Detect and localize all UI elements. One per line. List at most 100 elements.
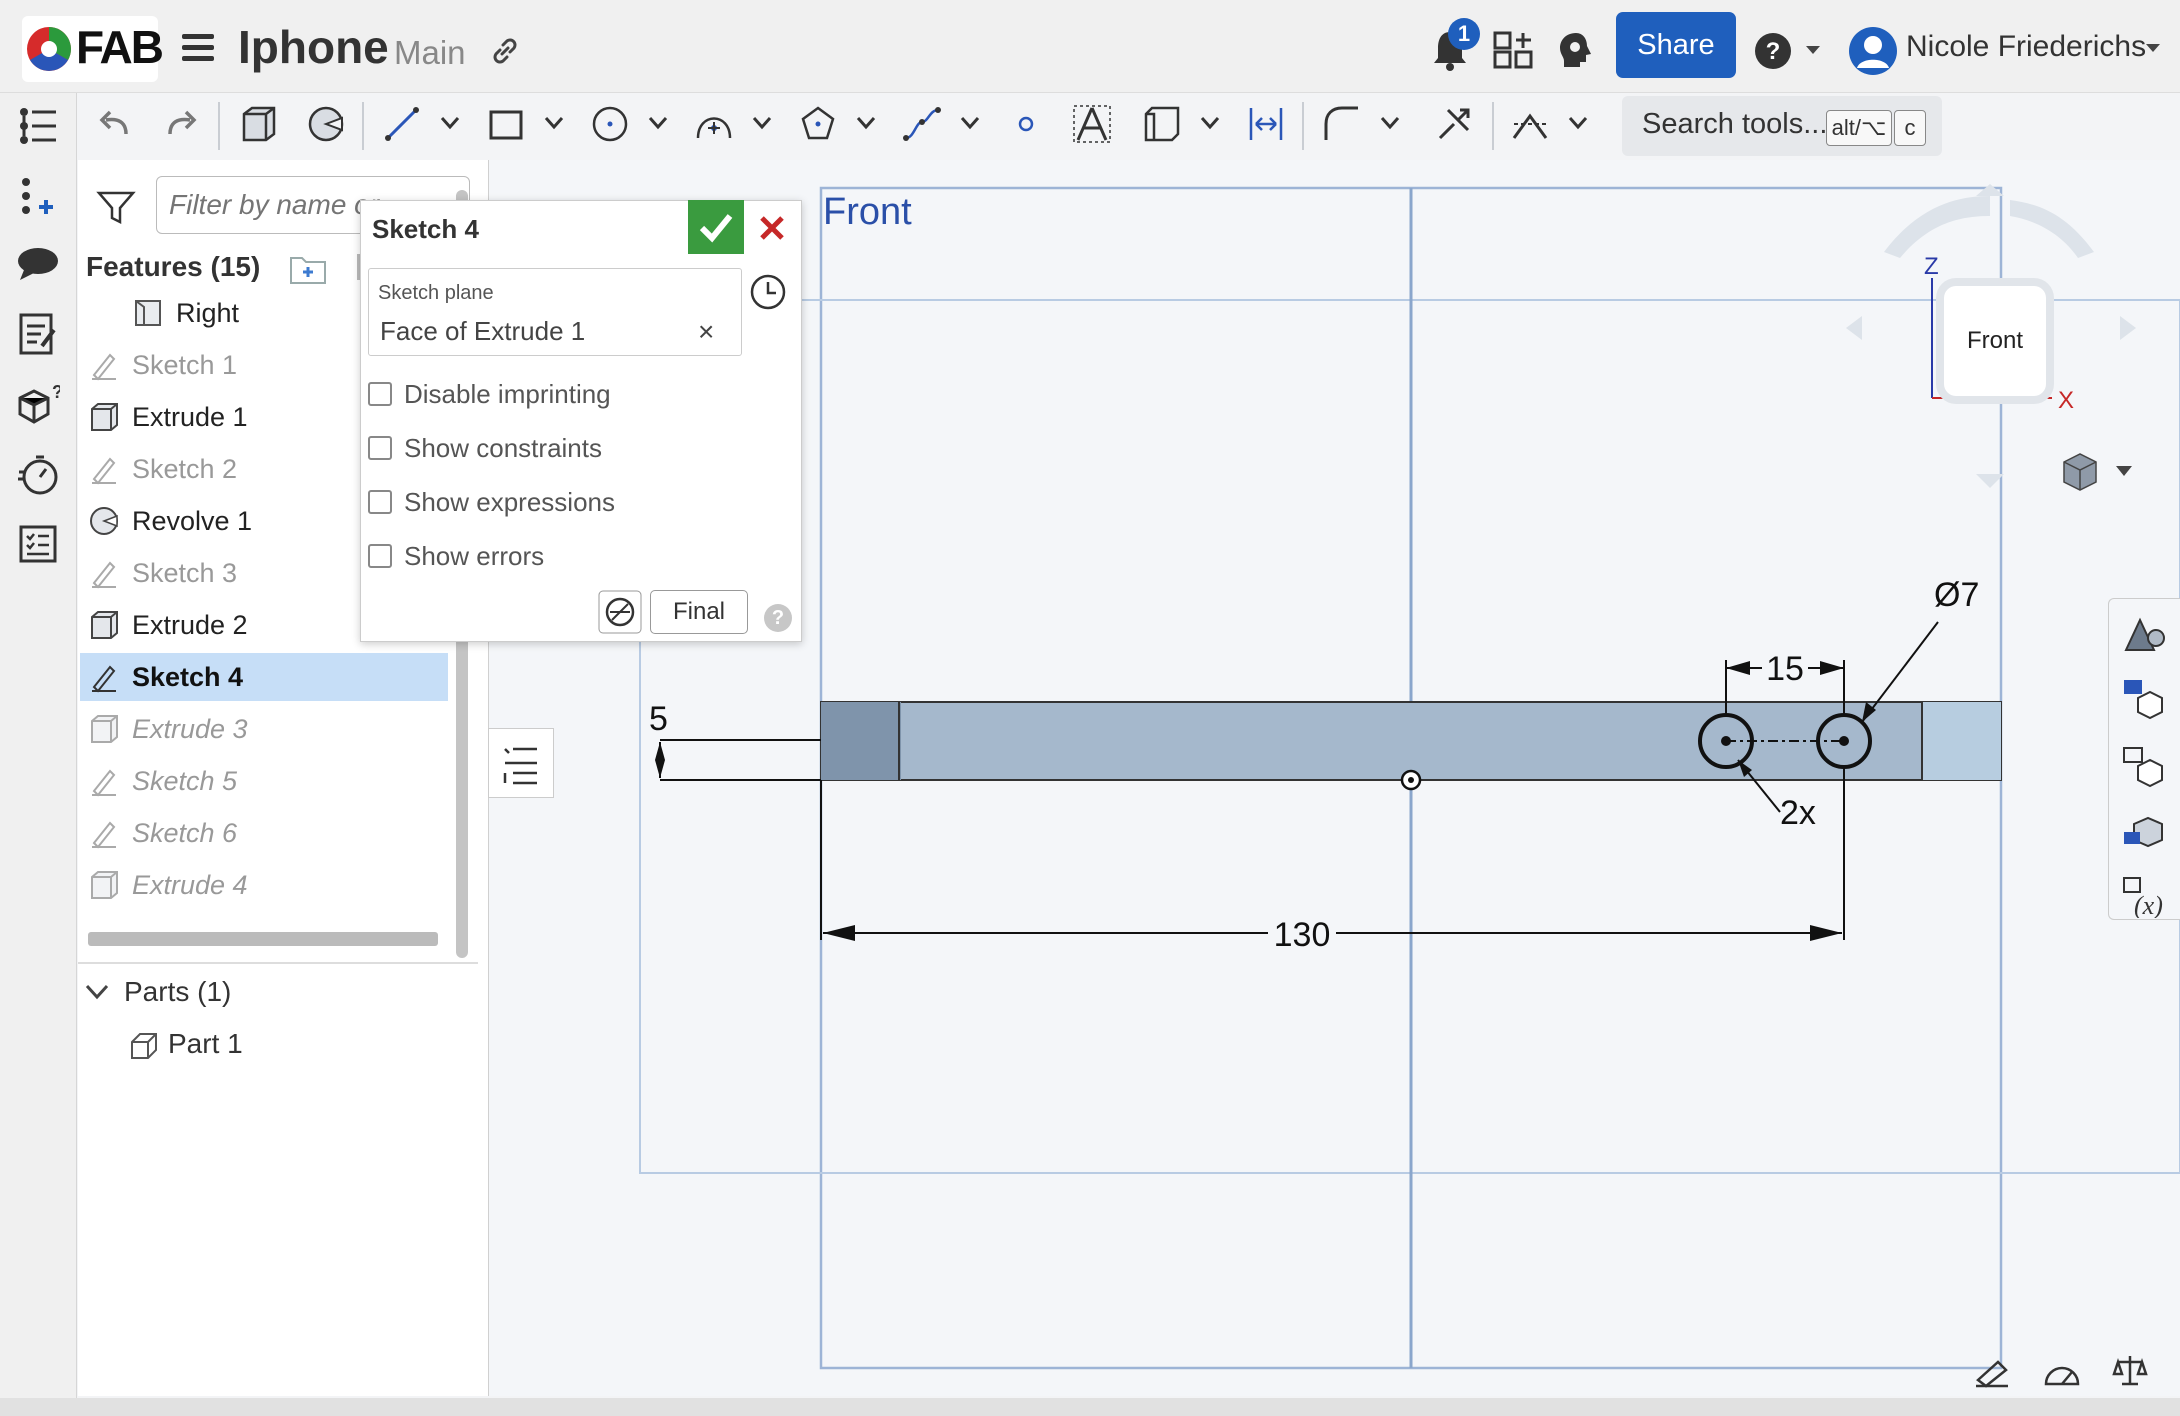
- insert-icon[interactable]: [16, 176, 60, 216]
- polygon-tool-icon[interactable]: [798, 104, 838, 144]
- svg-text:(x): (x): [2134, 891, 2163, 918]
- feature-item-sketch-4[interactable]: Sketch 4: [80, 653, 448, 701]
- sketch-list-button[interactable]: [488, 728, 554, 798]
- configurations-icon[interactable]: [2120, 744, 2168, 788]
- help-dropdown-icon[interactable]: [1804, 44, 1822, 56]
- branch-name[interactable]: Main: [394, 34, 466, 72]
- rectangle-tool-icon[interactable]: [486, 104, 526, 144]
- share-button[interactable]: Share: [1616, 12, 1736, 78]
- option-show-constraints[interactable]: Show constraints: [368, 430, 602, 466]
- mass-properties-icon[interactable]: ?: [16, 382, 60, 426]
- app-store-icon[interactable]: [1492, 30, 1534, 72]
- text-tool-icon[interactable]: [1072, 104, 1112, 144]
- view-cube[interactable]: Front: [1944, 286, 2046, 396]
- clear-plane-icon[interactable]: ×: [698, 316, 714, 348]
- part-item[interactable]: Part 1: [168, 1028, 243, 1060]
- option-disable-imprinting[interactable]: Disable imprinting: [368, 376, 611, 412]
- dimension-tool-icon[interactable]: [1246, 104, 1286, 144]
- line-tool-icon[interactable]: [382, 104, 422, 144]
- user-dropdown-icon[interactable]: [2144, 42, 2162, 54]
- features-horizontal-scrollbar[interactable]: [88, 932, 438, 946]
- option-label: Show errors: [404, 540, 545, 571]
- cancel-button[interactable]: [752, 206, 792, 250]
- circle-tool-icon[interactable]: [590, 104, 630, 144]
- chevron-down-icon[interactable]: [84, 982, 110, 1002]
- named-views-icon[interactable]: [2120, 810, 2168, 854]
- feature-item-extrude-3[interactable]: Extrude 3: [88, 705, 248, 753]
- sketch-visibility-icon[interactable]: [598, 590, 642, 634]
- arc-dropdown-icon[interactable]: [752, 116, 772, 130]
- fillet-tool-icon[interactable]: [1322, 104, 1362, 144]
- checklist-icon[interactable]: [18, 524, 58, 564]
- sketch-icon: [92, 665, 116, 693]
- feature-item-sketch-1[interactable]: Sketch 1: [88, 341, 237, 389]
- feature-item-extrude-1[interactable]: Extrude 1: [88, 393, 248, 441]
- avatar[interactable]: [1848, 26, 1898, 76]
- spline-dropdown-icon[interactable]: [960, 116, 980, 130]
- spline-tool-icon[interactable]: [902, 104, 942, 144]
- help-icon[interactable]: ?: [1754, 32, 1792, 70]
- option-show-errors[interactable]: Show errors: [368, 538, 544, 574]
- appearance-icon[interactable]: [2120, 612, 2168, 656]
- document-title[interactable]: Iphone: [238, 20, 389, 74]
- scale-icon[interactable]: [2112, 1352, 2148, 1388]
- features-header: Features (15): [86, 251, 261, 282]
- history-icon[interactable]: [748, 272, 788, 312]
- feature-item-sketch-6[interactable]: Sketch 6: [88, 809, 237, 857]
- view-mode-icon[interactable]: [2063, 453, 2132, 491]
- trim-tool-icon[interactable]: [1434, 104, 1474, 144]
- construction-tool-icon[interactable]: [1510, 104, 1550, 144]
- line-dropdown-icon[interactable]: [440, 116, 460, 130]
- redo-icon[interactable]: [164, 108, 200, 140]
- measure-icon[interactable]: [1974, 1356, 2010, 1388]
- checkbox[interactable]: [368, 382, 392, 406]
- notes-icon[interactable]: [18, 312, 58, 356]
- dialog-help-icon[interactable]: ?: [764, 604, 792, 632]
- filter-icon[interactable]: [96, 190, 136, 226]
- timer-icon[interactable]: [16, 452, 60, 496]
- feature-item-sketch-2[interactable]: Sketch 2: [88, 445, 237, 493]
- checkbox[interactable]: [368, 490, 392, 514]
- learning-center-icon[interactable]: [1556, 30, 1596, 70]
- feature-item-right[interactable]: Right: [92, 289, 239, 337]
- checkbox[interactable]: [368, 544, 392, 568]
- add-folder-icon[interactable]: [288, 252, 328, 286]
- feature-item-sketch-3[interactable]: Sketch 3: [88, 549, 237, 597]
- feature-list-icon[interactable]: [16, 104, 60, 148]
- checkbox[interactable]: [368, 436, 392, 460]
- accept-button[interactable]: [688, 200, 744, 254]
- dimension-diameter[interactable]: Ø7: [1934, 576, 1979, 614]
- option-show-expressions[interactable]: Show expressions: [368, 484, 615, 520]
- feature-label: Extrude 1: [132, 401, 248, 432]
- construction-dropdown-icon[interactable]: [1568, 116, 1588, 130]
- point-tool-icon[interactable]: [1014, 112, 1038, 136]
- dimension-count[interactable]: 2x: [1780, 794, 1816, 832]
- feature-item-extrude-2[interactable]: Extrude 2: [88, 601, 248, 649]
- polygon-dropdown-icon[interactable]: [856, 116, 876, 130]
- circle-dropdown-icon[interactable]: [648, 116, 668, 130]
- revolve-icon[interactable]: [306, 104, 346, 144]
- dimension-spacing[interactable]: 15: [1766, 650, 1804, 688]
- feature-label: Sketch 5: [132, 765, 238, 796]
- comments-icon[interactable]: [16, 246, 60, 282]
- feature-item-revolve-1[interactable]: Revolve 1: [88, 497, 252, 545]
- use-dropdown-icon[interactable]: [1200, 116, 1220, 130]
- final-button[interactable]: Final: [650, 590, 748, 634]
- use-tool-icon[interactable]: [1142, 104, 1182, 144]
- hamburger-menu-icon[interactable]: [180, 32, 216, 64]
- variables-icon[interactable]: (x): [2120, 874, 2168, 918]
- feature-item-extrude-4[interactable]: Extrude 4: [88, 861, 248, 909]
- link-icon[interactable]: [488, 34, 522, 68]
- fillet-dropdown-icon[interactable]: [1380, 116, 1400, 130]
- parts-list-icon[interactable]: [2120, 676, 2168, 720]
- extrude-icon[interactable]: [238, 104, 278, 144]
- feature-item-sketch-5[interactable]: Sketch 5: [88, 757, 237, 805]
- dimension-height[interactable]: 5: [649, 700, 668, 738]
- user-name[interactable]: Nicole Friederichs: [1906, 30, 2146, 64]
- arc-tool-icon[interactable]: [692, 104, 736, 144]
- dimension-length[interactable]: 130: [1274, 916, 1331, 954]
- rectangle-dropdown-icon[interactable]: [544, 116, 564, 130]
- protractor-icon[interactable]: [2042, 1356, 2082, 1388]
- undo-icon[interactable]: [96, 108, 132, 140]
- parts-header[interactable]: Parts (1): [124, 976, 231, 1008]
